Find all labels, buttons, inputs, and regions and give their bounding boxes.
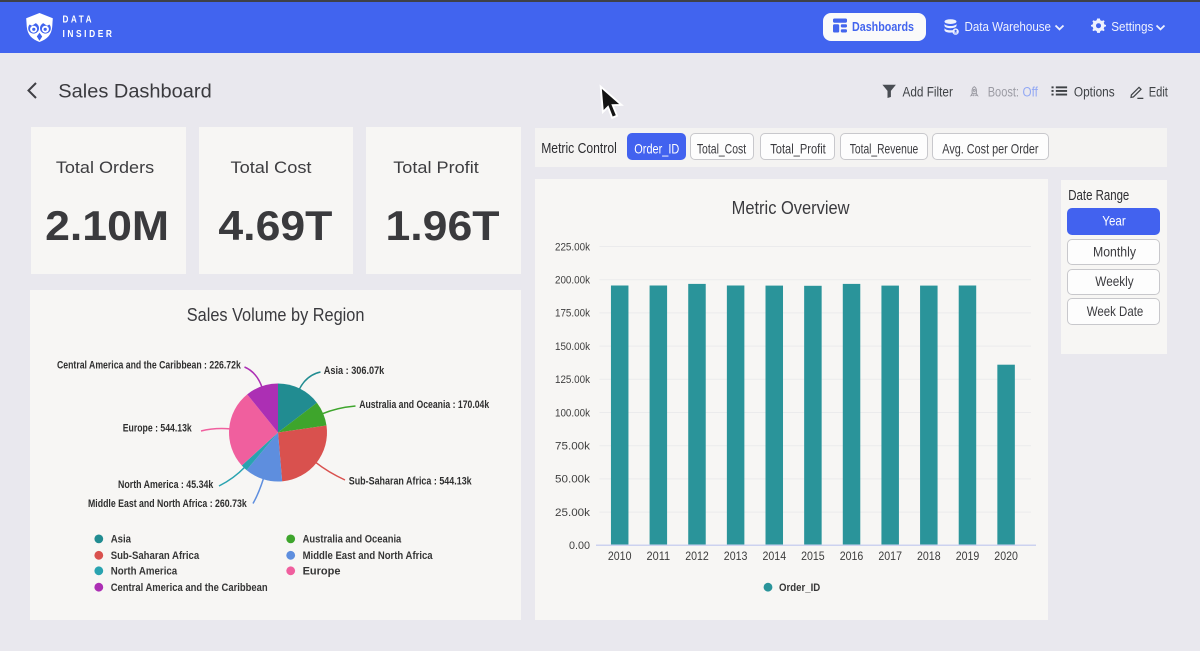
svg-text:Options: Options bbox=[1074, 84, 1115, 99]
svg-text:2014: 2014 bbox=[763, 551, 787, 563]
svg-text:Week Date: Week Date bbox=[1087, 303, 1144, 319]
svg-text:2020: 2020 bbox=[994, 551, 1018, 563]
svg-text:North America : 45.34k: North America : 45.34k bbox=[118, 479, 213, 491]
svg-text:2012: 2012 bbox=[685, 551, 709, 563]
svg-text:4.69T: 4.69T bbox=[218, 202, 332, 249]
svg-text:Data Warehouse: Data Warehouse bbox=[965, 20, 1052, 34]
svg-text:2015: 2015 bbox=[801, 551, 825, 563]
svg-text:Middle East and North Africa :: Middle East and North Africa : 260.73k bbox=[88, 498, 247, 510]
svg-text:Order_ID: Order_ID bbox=[779, 582, 820, 594]
svg-text:Sub-Saharan Africa: Sub-Saharan Africa bbox=[111, 550, 200, 562]
svg-text:2016: 2016 bbox=[840, 551, 864, 563]
svg-text:2019: 2019 bbox=[956, 551, 980, 563]
svg-text:2017: 2017 bbox=[878, 551, 902, 563]
svg-text:Total Orders: Total Orders bbox=[56, 159, 154, 177]
svg-text:Year: Year bbox=[1102, 213, 1126, 229]
svg-text:Total_Revenue: Total_Revenue bbox=[850, 141, 919, 157]
svg-text:Edit: Edit bbox=[1149, 84, 1168, 99]
svg-text:2018: 2018 bbox=[917, 551, 941, 563]
svg-text:Total_Profit: Total_Profit bbox=[770, 141, 826, 157]
svg-text:Sales Dashboard: Sales Dashboard bbox=[58, 80, 211, 102]
svg-text:Dashboards: Dashboards bbox=[852, 20, 914, 34]
svg-text:Settings: Settings bbox=[1111, 20, 1153, 34]
svg-text:Total Profit: Total Profit bbox=[393, 159, 479, 177]
svg-text:Total Cost: Total Cost bbox=[231, 159, 312, 177]
svg-text:200.00k: 200.00k bbox=[555, 275, 590, 287]
svg-text:North America: North America bbox=[111, 566, 178, 578]
svg-text:Order_ID: Order_ID bbox=[634, 141, 679, 157]
svg-text:175.00k: 175.00k bbox=[555, 308, 590, 320]
svg-text:150.00k: 150.00k bbox=[555, 341, 590, 353]
svg-text:Weekly: Weekly bbox=[1095, 273, 1133, 289]
svg-text:Metric Overview: Metric Overview bbox=[732, 198, 851, 218]
svg-text:Australia and Oceania: Australia and Oceania bbox=[303, 534, 403, 546]
svg-text:Asia : 306.07k: Asia : 306.07k bbox=[324, 365, 385, 377]
svg-text:2011: 2011 bbox=[647, 551, 671, 563]
svg-text:Metric Control: Metric Control bbox=[541, 141, 617, 157]
svg-text:Europe: Europe bbox=[303, 566, 341, 578]
svg-text:Sub-Saharan Africa : 544.13k: Sub-Saharan Africa : 544.13k bbox=[349, 476, 472, 488]
svg-text:DATA: DATA bbox=[63, 14, 95, 25]
svg-text:0.00: 0.00 bbox=[569, 540, 590, 552]
svg-text:Europe : 544.13k: Europe : 544.13k bbox=[123, 422, 192, 434]
svg-text:2.10M: 2.10M bbox=[45, 202, 169, 249]
svg-text:Monthly: Monthly bbox=[1093, 243, 1136, 259]
svg-text:2010: 2010 bbox=[608, 551, 632, 563]
svg-text:25.00k: 25.00k bbox=[555, 507, 591, 519]
svg-text:INSIDER: INSIDER bbox=[63, 29, 115, 40]
svg-text:1.96T: 1.96T bbox=[386, 202, 500, 249]
svg-text:225.00k: 225.00k bbox=[555, 241, 590, 253]
svg-text:Boost:: Boost: bbox=[988, 84, 1019, 99]
svg-text:Avg. Cost per Order: Avg. Cost per Order bbox=[942, 141, 1038, 157]
svg-text:50.00k: 50.00k bbox=[555, 474, 591, 486]
svg-text:2013: 2013 bbox=[724, 551, 748, 563]
svg-text:Central America and the Caribb: Central America and the Caribbean : 226.… bbox=[57, 360, 241, 372]
svg-text:125.00k: 125.00k bbox=[555, 374, 590, 386]
svg-text:75.00k: 75.00k bbox=[555, 441, 591, 453]
svg-text:Date Range: Date Range bbox=[1068, 187, 1129, 204]
svg-text:100.00k: 100.00k bbox=[555, 407, 590, 419]
svg-text:Australia and Oceania : 170.04: Australia and Oceania : 170.04k bbox=[359, 399, 489, 411]
svg-text:Add Filter: Add Filter bbox=[903, 84, 954, 99]
svg-text:Sales Volume by Region: Sales Volume by Region bbox=[187, 305, 365, 325]
svg-text:Middle East and North Africa: Middle East and North Africa bbox=[303, 550, 434, 562]
svg-text:Off: Off bbox=[1023, 84, 1039, 99]
svg-text:Asia: Asia bbox=[111, 534, 132, 546]
svg-text:Central America and the Caribb: Central America and the Caribbean bbox=[111, 582, 268, 594]
svg-text:Total_Cost: Total_Cost bbox=[697, 141, 746, 157]
